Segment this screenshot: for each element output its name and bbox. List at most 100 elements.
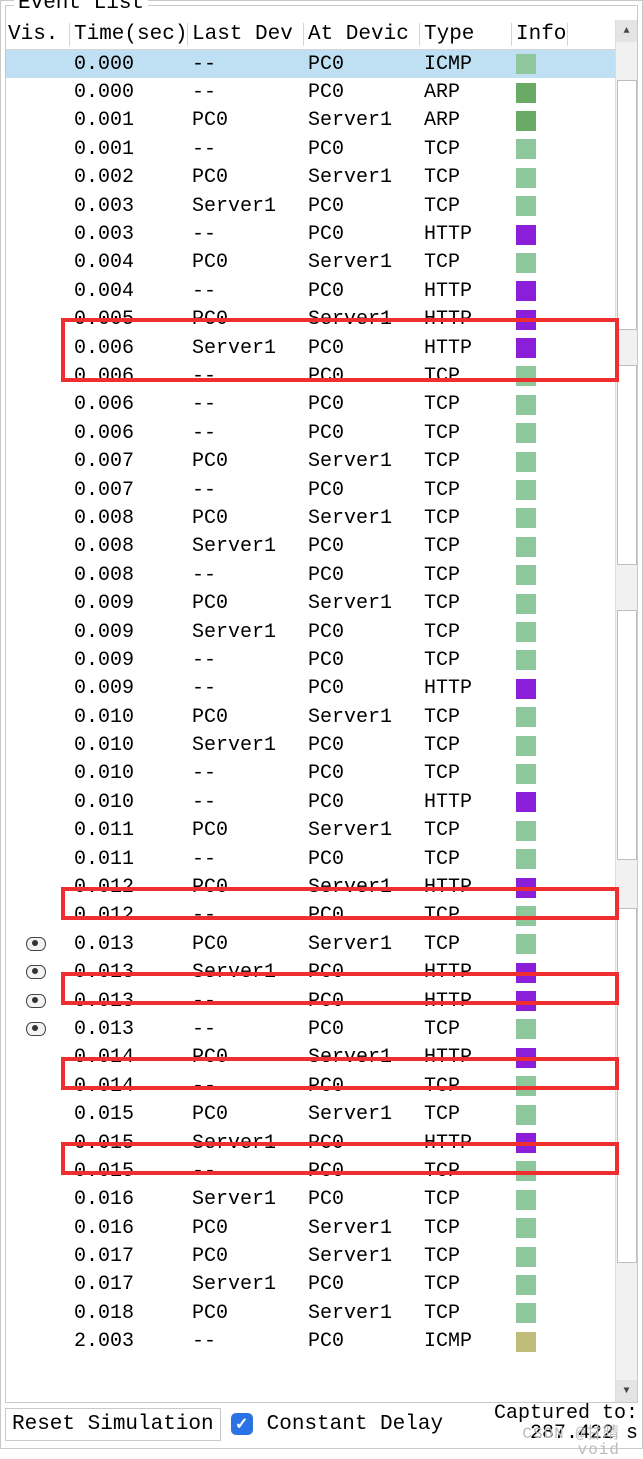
table-row[interactable]: 0.005PC0Server1HTTP (6, 306, 637, 334)
info-cell[interactable] (512, 1247, 568, 1267)
table-row[interactable]: 0.003--PC0HTTP (6, 220, 637, 248)
info-cell[interactable] (512, 1076, 568, 1096)
info-cell[interactable] (512, 139, 568, 159)
table-row[interactable]: 0.008Server1PC0TCP (6, 533, 637, 561)
info-cell[interactable] (512, 707, 568, 727)
constant-delay-checkbox[interactable]: ✓ (231, 1413, 253, 1435)
info-cell[interactable] (512, 395, 568, 415)
info-cell[interactable] (512, 1218, 568, 1238)
table-row[interactable]: 0.006--PC0TCP (6, 391, 637, 419)
info-cell[interactable] (512, 366, 568, 386)
table-row[interactable]: 0.012PC0Server1HTTP (6, 873, 637, 901)
scroll-down-icon[interactable]: ▼ (616, 1380, 637, 1402)
table-row[interactable]: 0.006--PC0TCP (6, 419, 637, 447)
info-cell[interactable] (512, 650, 568, 670)
table-row[interactable]: 0.014--PC0TCP (6, 1072, 637, 1100)
table-row[interactable]: 0.001PC0Server1ARP (6, 107, 637, 135)
info-cell[interactable] (512, 196, 568, 216)
info-cell[interactable] (512, 452, 568, 472)
info-cell[interactable] (512, 1275, 568, 1295)
table-row[interactable]: 0.013PC0Server1TCP (6, 930, 637, 958)
info-cell[interactable] (512, 679, 568, 699)
scrollbar-thumb[interactable] (617, 908, 637, 1263)
table-row[interactable]: 0.017Server1PC0TCP (6, 1271, 637, 1299)
table-row[interactable]: 0.015PC0Server1TCP (6, 1100, 637, 1128)
table-row[interactable]: 0.004--PC0HTTP (6, 277, 637, 305)
table-row[interactable]: 0.008PC0Server1TCP (6, 504, 637, 532)
info-cell[interactable] (512, 168, 568, 188)
header-time[interactable]: Time(sec) (70, 23, 188, 46)
table-row[interactable]: 0.009--PC0HTTP (6, 675, 637, 703)
table-row[interactable]: 0.013--PC0TCP (6, 1015, 637, 1043)
table-row[interactable]: 0.015--PC0TCP (6, 1157, 637, 1185)
header-last[interactable]: Last Dev (188, 23, 304, 46)
info-cell[interactable] (512, 54, 568, 74)
info-cell[interactable] (512, 310, 568, 330)
table-row[interactable]: 2.003--PC0ICMP (6, 1328, 637, 1356)
table-row[interactable]: 0.016Server1PC0TCP (6, 1186, 637, 1214)
info-cell[interactable] (512, 338, 568, 358)
scroll-up-icon[interactable]: ▲ (616, 20, 637, 42)
info-cell[interactable] (512, 508, 568, 528)
table-row[interactable]: 0.008--PC0TCP (6, 561, 637, 589)
info-cell[interactable] (512, 963, 568, 983)
table-row[interactable]: 0.002PC0Server1TCP (6, 164, 637, 192)
info-cell[interactable] (512, 991, 568, 1011)
info-cell[interactable] (512, 1019, 568, 1039)
info-cell[interactable] (512, 423, 568, 443)
info-cell[interactable] (512, 1161, 568, 1181)
info-cell[interactable] (512, 1332, 568, 1352)
table-row[interactable]: 0.015Server1PC0HTTP (6, 1129, 637, 1157)
header-type[interactable]: Type (420, 23, 512, 46)
table-row[interactable]: 0.010Server1PC0TCP (6, 731, 637, 759)
table-row[interactable]: 0.009Server1PC0TCP (6, 618, 637, 646)
table-row[interactable]: 0.001--PC0TCP (6, 135, 637, 163)
info-cell[interactable] (512, 764, 568, 784)
info-cell[interactable] (512, 736, 568, 756)
info-cell[interactable] (512, 1105, 568, 1125)
info-cell[interactable] (512, 821, 568, 841)
info-cell[interactable] (512, 565, 568, 585)
table-row[interactable]: 0.006--PC0TCP (6, 362, 637, 390)
table-row[interactable]: 0.003Server1PC0TCP (6, 192, 637, 220)
info-cell[interactable] (512, 594, 568, 614)
info-cell[interactable] (512, 849, 568, 869)
info-cell[interactable] (512, 878, 568, 898)
info-cell[interactable] (512, 1133, 568, 1153)
table-row[interactable]: 0.004PC0Server1TCP (6, 249, 637, 277)
header-at[interactable]: At Devic (304, 23, 420, 46)
table-row[interactable]: 0.017PC0Server1TCP (6, 1242, 637, 1270)
info-cell[interactable] (512, 934, 568, 954)
table-row[interactable]: 0.010--PC0TCP (6, 760, 637, 788)
info-cell[interactable] (512, 83, 568, 103)
info-cell[interactable] (512, 906, 568, 926)
table-row[interactable]: 0.000--PC0ICMP (6, 50, 637, 78)
info-cell[interactable] (512, 792, 568, 812)
info-cell[interactable] (512, 111, 568, 131)
reset-simulation-button[interactable]: Reset Simulation (5, 1408, 221, 1441)
header-vis[interactable]: Vis. (6, 23, 70, 46)
table-row[interactable]: 0.009PC0Server1TCP (6, 589, 637, 617)
table-row[interactable]: 0.011PC0Server1TCP (6, 817, 637, 845)
table-row[interactable]: 0.010--PC0HTTP (6, 788, 637, 816)
info-cell[interactable] (512, 225, 568, 245)
scrollbar-thumb[interactable] (617, 80, 637, 330)
info-cell[interactable] (512, 480, 568, 500)
info-cell[interactable] (512, 1303, 568, 1323)
info-cell[interactable] (512, 253, 568, 273)
table-row[interactable]: 0.009--PC0TCP (6, 646, 637, 674)
table-row[interactable]: 0.007PC0Server1TCP (6, 447, 637, 475)
info-cell[interactable] (512, 1190, 568, 1210)
table-row[interactable]: 0.010PC0Server1TCP (6, 703, 637, 731)
scrollbar-thumb[interactable] (617, 365, 637, 565)
table-row[interactable]: 0.000--PC0ARP (6, 78, 637, 106)
table-row[interactable]: 0.016PC0Server1TCP (6, 1214, 637, 1242)
table-row[interactable]: 0.007--PC0TCP (6, 476, 637, 504)
info-cell[interactable] (512, 622, 568, 642)
scrollbar-thumb[interactable] (617, 610, 637, 860)
info-cell[interactable] (512, 1048, 568, 1068)
table-row[interactable]: 0.013Server1PC0HTTP (6, 959, 637, 987)
scrollbar[interactable]: ▲ ▼ (615, 20, 637, 1402)
table-row[interactable]: 0.014PC0Server1HTTP (6, 1044, 637, 1072)
table-row[interactable]: 0.018PC0Server1TCP (6, 1299, 637, 1327)
